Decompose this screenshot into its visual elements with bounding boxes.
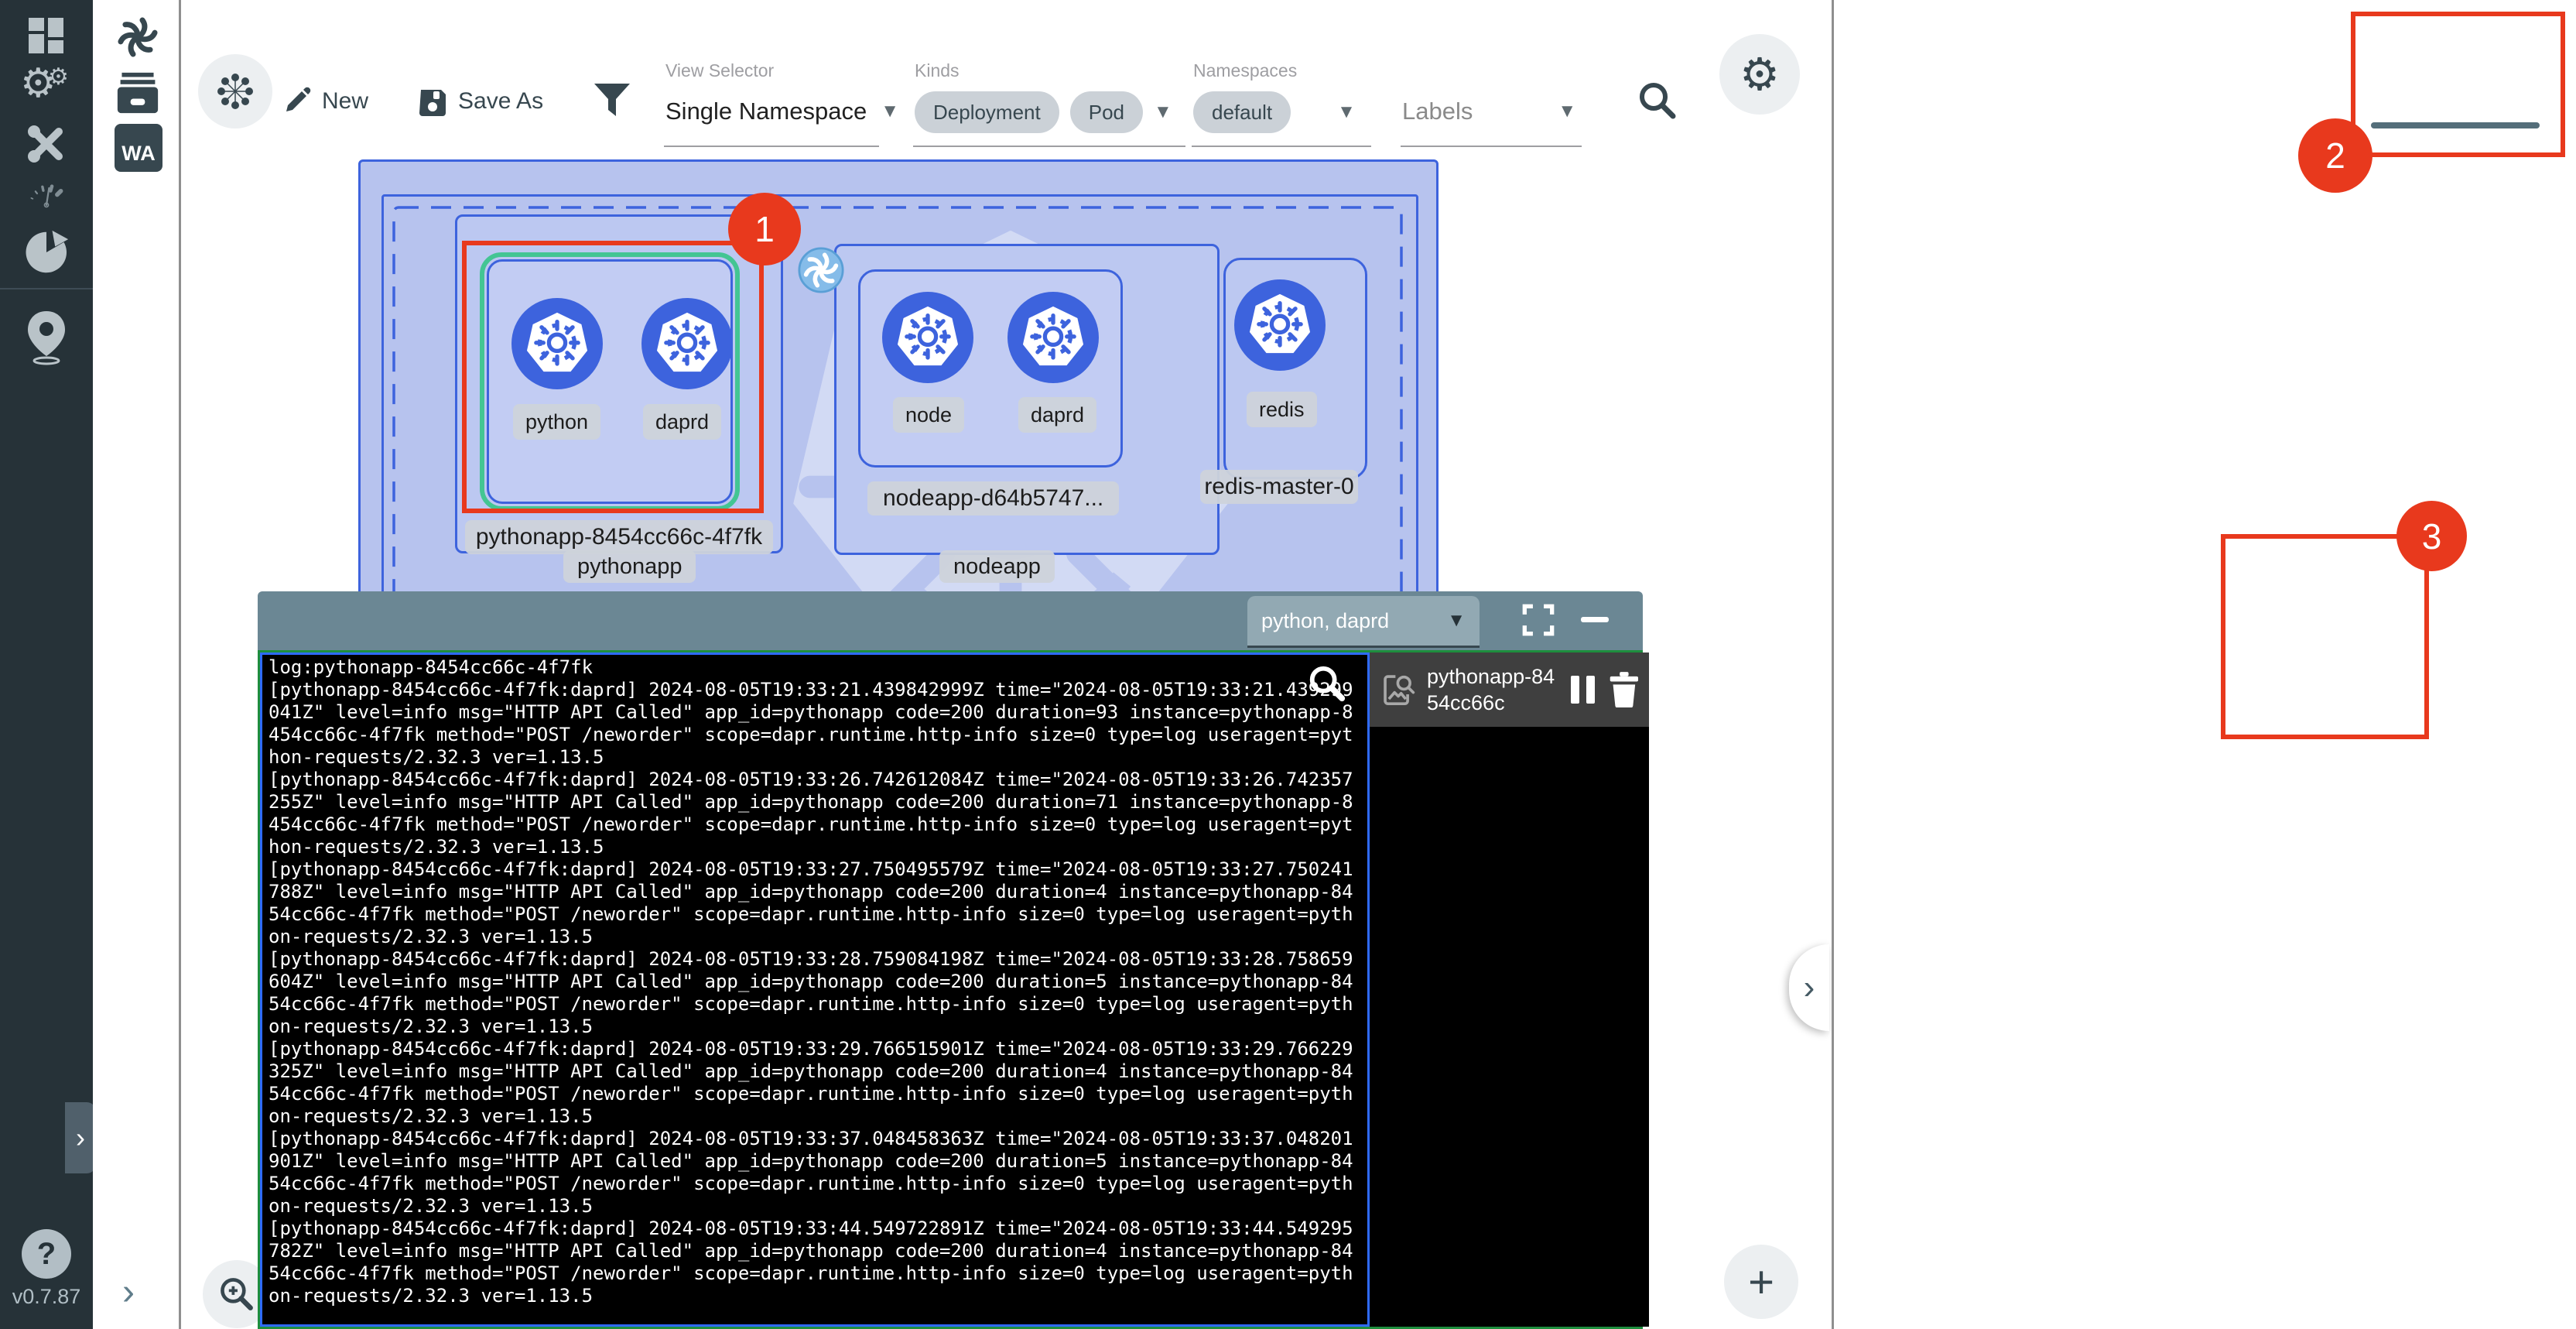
view-selector-label: View Selector xyxy=(665,60,774,81)
chevron-down-icon: ▼ xyxy=(881,101,899,122)
log-line: [pythonapp-8454cc66c-4f7fk:daprd] 2024-0… xyxy=(269,769,1364,858)
log-search-icon[interactable] xyxy=(1306,663,1348,704)
add-node-button[interactable]: + xyxy=(1724,1245,1798,1319)
deployment-nodeapp[interactable]: node daprd nodeapp-d64b5747... xyxy=(834,244,1220,555)
view-selector-underline xyxy=(664,146,879,147)
log-line: [pythonapp-8454cc66c-4f7fk:daprd] 2024-0… xyxy=(269,679,1364,769)
annotation-box-3 xyxy=(2221,534,2429,739)
labels-placeholder: Labels xyxy=(1402,98,1473,125)
deployment-name-label: pythonapp xyxy=(563,550,696,583)
trash-icon[interactable] xyxy=(1606,672,1638,707)
container-selector-value: python, daprd xyxy=(1261,609,1389,633)
dashboard-icon[interactable] xyxy=(26,15,67,56)
terminal-panel: python, daprd ▼ log:pythonapp-8454cc66c-… xyxy=(258,591,1643,1329)
terminal-header[interactable]: python, daprd ▼ xyxy=(258,591,1643,650)
pause-icon[interactable] xyxy=(1571,676,1595,704)
labels-underline xyxy=(1401,146,1582,147)
new-button[interactable]: New xyxy=(282,87,368,116)
deployment-name-label: nodeapp xyxy=(939,550,1055,583)
annotation-badge-3: 3 xyxy=(2396,501,2467,571)
kinds-select[interactable]: Deployment Pod ▼ xyxy=(915,91,1172,133)
labels-select[interactable]: Labels ▼ xyxy=(1402,98,1576,125)
left-sidebar: ⚙⚙ › ? v0.7.87 xyxy=(0,0,93,1329)
save-as-button-label: Save As xyxy=(458,88,543,115)
terminal-body: log:pythonapp-8454cc66c-4f7fk [pythonapp… xyxy=(258,650,1643,1329)
container-redis-kubernetes-icon[interactable] xyxy=(1234,279,1326,371)
namespace-chip-default[interactable]: default xyxy=(1193,91,1291,133)
chevron-down-icon: ▼ xyxy=(1558,101,1576,122)
container-label: redis xyxy=(1247,392,1317,427)
view-selector-value: Single Namespace xyxy=(665,98,867,125)
log-session-row[interactable]: pythonapp-8454cc66c xyxy=(1370,653,1649,727)
log-line: [pythonapp-8454cc66c-4f7fk:daprd] 2024-0… xyxy=(269,1128,1364,1218)
container-node-kubernetes-icon[interactable] xyxy=(882,292,973,383)
log-pane[interactable]: log:pythonapp-8454cc66c-4f7fk [pythonapp… xyxy=(260,653,1370,1327)
settings-gear-button[interactable]: ⚙ xyxy=(1719,34,1800,115)
namespaces-label: Namespaces xyxy=(1193,60,1297,81)
save-as-button[interactable]: Save As xyxy=(418,87,543,116)
right-panel xyxy=(1832,0,2576,1329)
pod-nodeapp-box[interactable]: node daprd xyxy=(858,269,1123,468)
pod-name-label: nodeapp-d64b5747... xyxy=(867,481,1119,516)
kinds-label: Kinds xyxy=(915,60,960,81)
new-button-label: New xyxy=(322,88,368,115)
chevron-down-icon: ▼ xyxy=(1337,101,1356,123)
annotation-badge-1: 1 xyxy=(728,193,801,265)
annotation-badge-2: 2 xyxy=(2298,118,2372,193)
save-icon xyxy=(418,87,447,116)
mesh-graph-button[interactable] xyxy=(198,54,272,128)
container-label: daprd xyxy=(1018,397,1096,433)
minimize-icon[interactable] xyxy=(1581,617,1609,622)
configuration-tools-icon[interactable] xyxy=(25,122,68,166)
log-line: [pythonapp-8454cc66c-4f7fk:daprd] 2024-0… xyxy=(269,858,1364,948)
cluster-boundary[interactable]: python daprd pythonapp-8454cc66c-4f7fk p… xyxy=(358,159,1439,629)
fullscreen-icon[interactable] xyxy=(1521,602,1556,638)
container-label: node xyxy=(893,397,964,433)
pod-name-label: pythonapp-8454cc66c-4f7fk xyxy=(465,520,773,554)
log-line: [pythonapp-8454cc66c-4f7fk:daprd] 2024-0… xyxy=(269,1218,1364,1307)
log-line: [pythonapp-8454cc66c-4f7fk:daprd] 2024-0… xyxy=(269,948,1364,1038)
pod-name-label: redis-master-0 xyxy=(1200,470,1358,504)
chevron-down-icon: ▼ xyxy=(1447,610,1466,632)
container-selector-dropdown[interactable]: python, daprd ▼ xyxy=(1247,596,1480,648)
kanvas-pin-icon[interactable] xyxy=(25,310,68,365)
pod-redis-box[interactable]: redis xyxy=(1223,258,1367,479)
container-daprd-kubernetes-icon[interactable] xyxy=(1007,292,1099,383)
pencil-icon xyxy=(282,87,311,116)
namespaces-select[interactable]: default ▼ xyxy=(1193,91,1356,133)
meshery-spiral-icon[interactable] xyxy=(113,12,162,62)
kind-chip-pod[interactable]: Pod xyxy=(1070,91,1143,133)
session-name: pythonapp-8454cc66c xyxy=(1427,663,1560,716)
performance-gauge-icon[interactable] xyxy=(25,178,68,209)
app-version: v0.7.87 xyxy=(0,1285,93,1309)
log-title: log:pythonapp-8454cc66c-4f7fk xyxy=(269,656,1364,679)
extensions-pie-icon[interactable] xyxy=(23,229,70,276)
sidebar-divider xyxy=(0,288,93,289)
help-icon[interactable]: ? xyxy=(22,1229,71,1279)
search-icon[interactable] xyxy=(1636,79,1679,122)
annotation-box-1 xyxy=(462,241,764,513)
stream-logs-icon xyxy=(1380,672,1416,707)
filter-funnel-icon[interactable] xyxy=(593,82,631,119)
namespaces-underline xyxy=(1192,146,1371,147)
kinds-underline xyxy=(913,146,1185,147)
sidebar-expand-chevron[interactable]: › xyxy=(65,1102,96,1173)
dapr-spiral-badge xyxy=(798,247,844,293)
view-selector-dropdown[interactable]: Single Namespace ▼ xyxy=(665,98,899,125)
designs-archive-icon[interactable] xyxy=(115,71,161,115)
extension-rail: WA › xyxy=(93,0,181,1329)
right-panel-collapse-chevron[interactable]: › xyxy=(1789,944,1829,1031)
rail-expand-chevron[interactable]: › xyxy=(122,1271,135,1314)
kind-chip-deployment[interactable]: Deployment xyxy=(915,91,1059,133)
lifecycle-gears-icon[interactable]: ⚙⚙ xyxy=(20,63,56,104)
webassembly-filter-icon[interactable]: WA xyxy=(115,124,162,172)
log-line: [pythonapp-8454cc66c-4f7fk:daprd] 2024-0… xyxy=(269,1038,1364,1128)
annotation-box-2 xyxy=(2351,12,2565,157)
log-sessions-pane: pythonapp-8454cc66c xyxy=(1370,653,1649,1327)
chevron-down-icon: ▼ xyxy=(1154,101,1172,123)
